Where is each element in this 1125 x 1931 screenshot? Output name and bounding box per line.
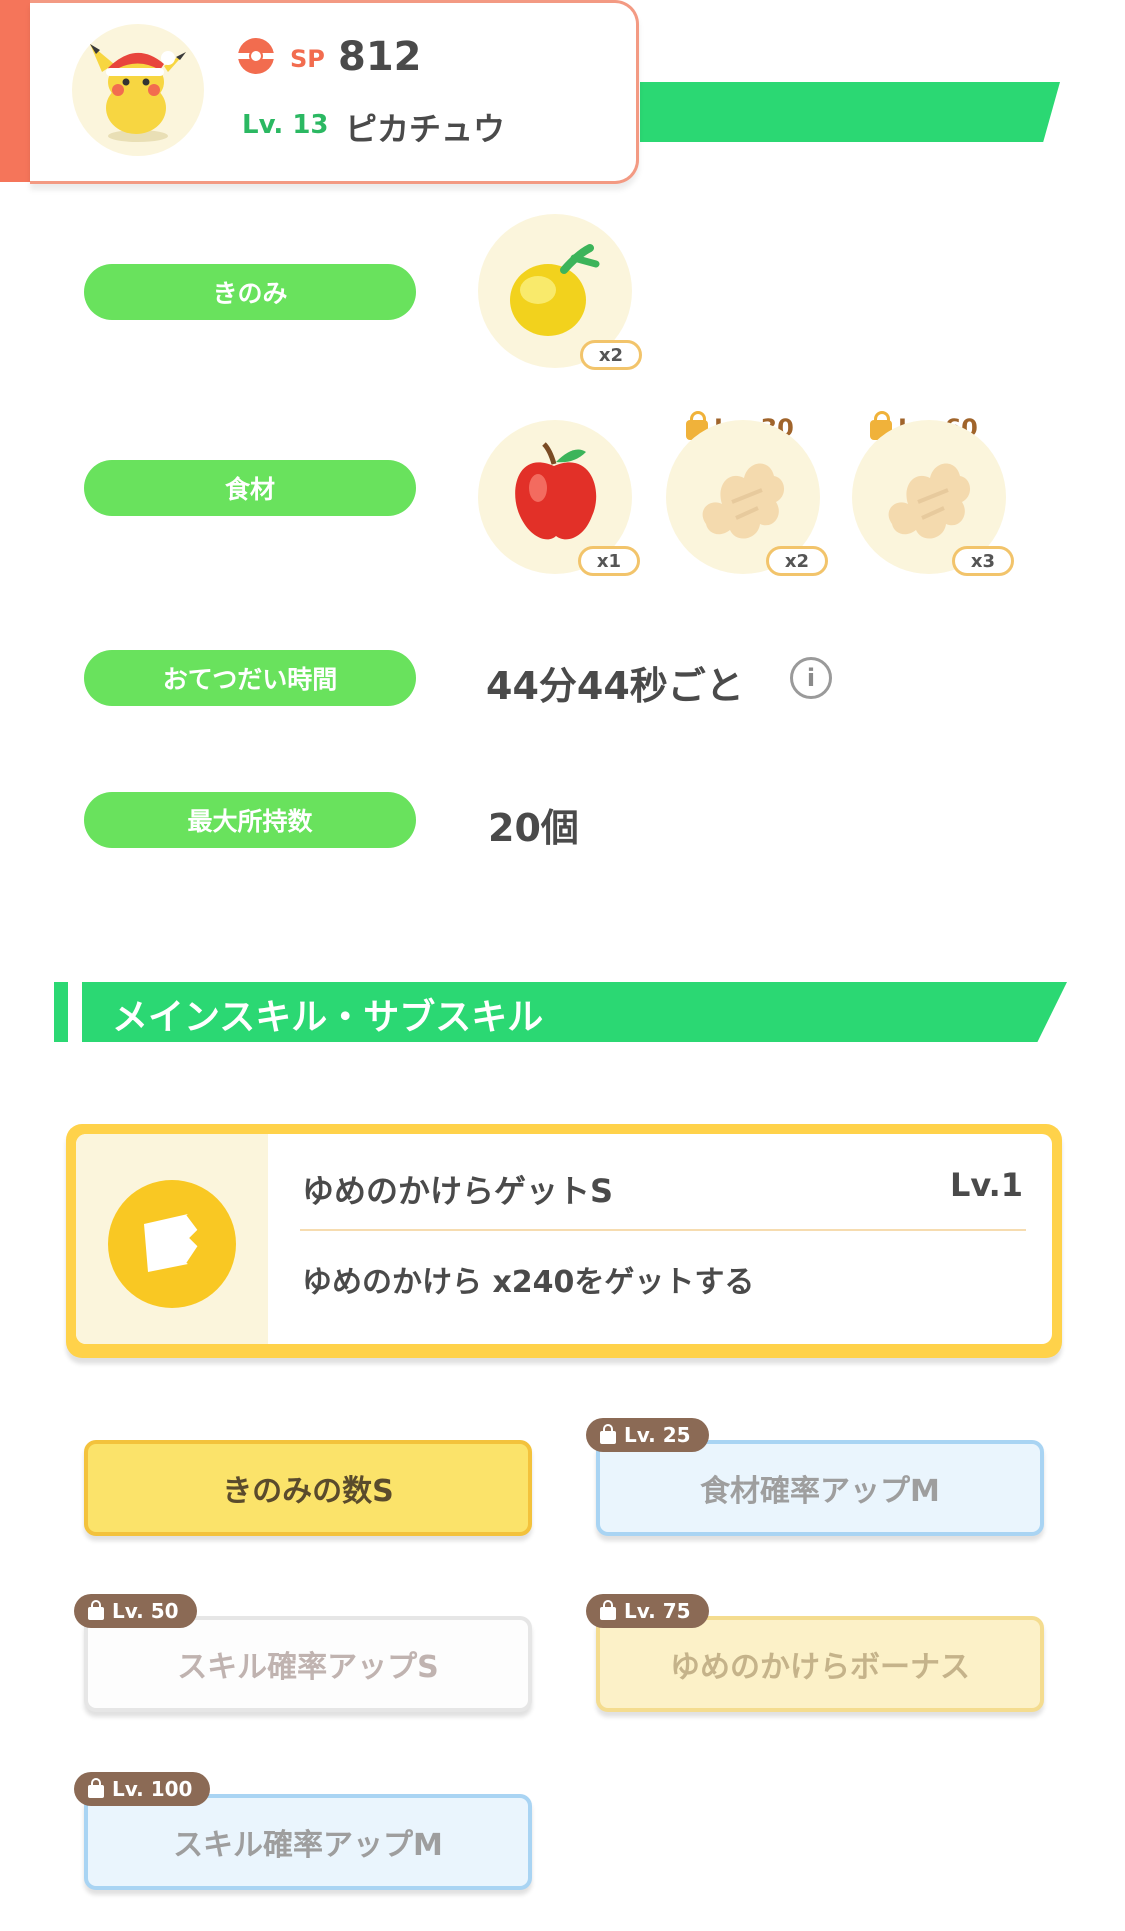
ingredient-count-1: x1	[578, 546, 640, 576]
help-time-label: おてつだい時間	[84, 650, 416, 706]
sub-skill-4[interactable]: ゆめのかけらボーナス	[596, 1616, 1044, 1712]
sp-value: 812	[338, 34, 422, 80]
sub-skill-2[interactable]: 食材確率アップM	[596, 1440, 1044, 1536]
main-skill-description: ゆめのかけら x240をゲットする	[302, 1265, 755, 1300]
section-title: メインスキル・サブスキル	[112, 997, 544, 1038]
section-accent	[54, 982, 68, 1042]
lock-icon	[88, 1600, 104, 1620]
lock-icon	[600, 1424, 616, 1444]
sub-skill-5-unlock: Lv. 100	[74, 1772, 211, 1806]
info-icon[interactable]: i	[790, 657, 832, 699]
pokemon-avatar	[72, 24, 204, 156]
sub-skill-3-unlock: Lv. 50	[74, 1594, 197, 1628]
pokeball-icon	[238, 38, 274, 74]
sub-skill-2-unlock: Lv. 25	[586, 1418, 709, 1452]
pikachu-icon	[90, 44, 186, 142]
lock-icon	[88, 1778, 104, 1798]
help-time-value: 44分44秒ごと	[486, 664, 744, 708]
dream-shard-icon	[108, 1180, 236, 1308]
main-skill-name: ゆめのかけらゲットS	[302, 1172, 614, 1210]
berry-label: きのみ	[84, 264, 416, 320]
sub-skill-1[interactable]: きのみの数S	[84, 1440, 532, 1536]
sub-skill-3[interactable]: スキル確率アップS	[84, 1616, 532, 1712]
berry-count-badge: x2	[580, 340, 642, 370]
pokemon-name: ピカチュウ	[345, 110, 506, 148]
sub-skill-4-unlock: Lv. 75	[586, 1594, 709, 1628]
lock-icon	[600, 1600, 616, 1620]
header-green-banner	[640, 82, 1060, 142]
sub-skill-5[interactable]: スキル確率アップM	[84, 1794, 532, 1890]
ingredient-label: 食材	[84, 460, 416, 516]
pokemon-level: Lv. 13	[242, 110, 329, 140]
sp-label: SP	[290, 45, 325, 73]
main-skill-level: Lv.1	[950, 1166, 1024, 1204]
max-carry-value: 20個	[488, 806, 579, 850]
ingredient-count-3: x3	[952, 546, 1014, 576]
main-skill-divider	[300, 1229, 1026, 1231]
ingredient-count-2: x2	[766, 546, 828, 576]
max-carry-label: 最大所持数	[84, 792, 416, 848]
